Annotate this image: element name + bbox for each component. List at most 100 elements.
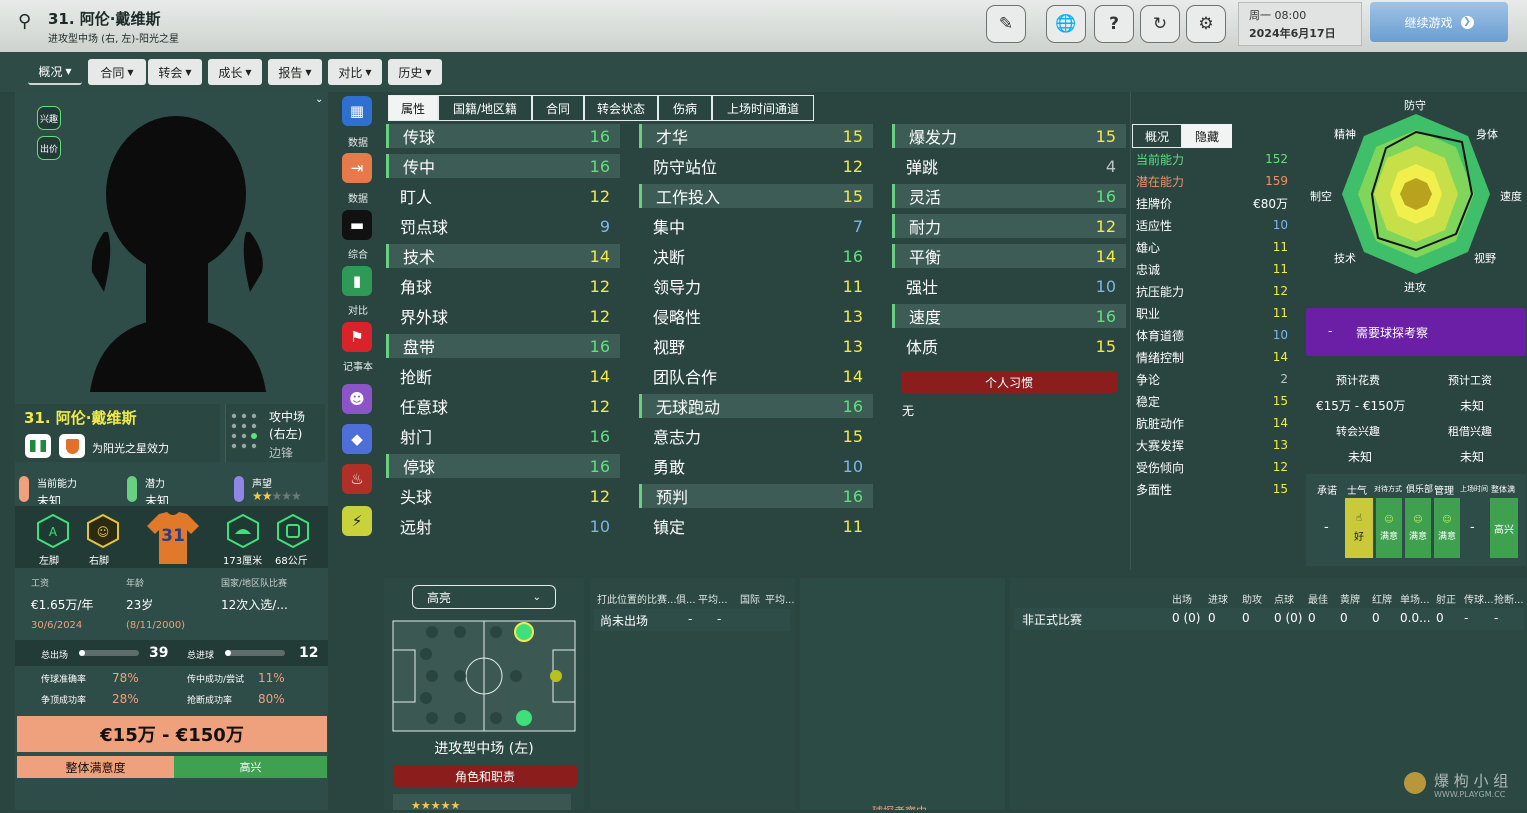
side-mask-button[interactable]: ☻: [342, 384, 372, 414]
attribute-row[interactable]: 工作投入 15: [639, 184, 873, 208]
club-label[interactable]: 为阳光之星效力: [92, 440, 169, 456]
side-data-button[interactable]: ▦: [342, 96, 372, 126]
role-row[interactable]: ★★★★★: [393, 794, 571, 812]
attribute-row[interactable]: 侵略性 13: [639, 304, 873, 328]
refresh-button[interactable]: ↻: [1140, 5, 1180, 43]
attribute-row[interactable]: 灵活 16: [892, 184, 1126, 208]
attribute-value: 16: [589, 456, 610, 476]
side-compare-button[interactable]: ▮: [342, 266, 372, 296]
attribute-row[interactable]: 预判 16: [639, 484, 873, 508]
nation-flag-icon[interactable]: [25, 434, 51, 458]
stats-column-header[interactable]: 黄牌: [1340, 591, 1360, 606]
col-avg[interactable]: 平均...: [698, 591, 728, 606]
nav-development[interactable]: 成长 ▼: [208, 59, 262, 85]
side-fire-button[interactable]: ♨: [342, 464, 372, 494]
stats-column-header[interactable]: 进球: [1208, 591, 1228, 606]
stats-column-header[interactable]: 单场...: [1400, 591, 1430, 606]
edit-button[interactable]: ✎: [986, 5, 1026, 43]
continue-button[interactable]: 继续游戏 ❯: [1370, 2, 1508, 42]
attribute-row[interactable]: 爆发力 15: [892, 124, 1126, 148]
traits-header[interactable]: 个人习惯: [901, 371, 1117, 393]
attribute-row[interactable]: 停球 16: [386, 454, 620, 478]
nav-transfer[interactable]: 转会 ▼: [148, 59, 202, 85]
attribute-row[interactable]: 镇定 11: [639, 514, 873, 538]
chevron-down-icon[interactable]: ⌄: [315, 94, 323, 105]
attribute-row[interactable]: 技术 14: [386, 244, 620, 268]
globe-button[interactable]: 🌐: [1046, 5, 1086, 43]
attribute-row[interactable]: 抢断 14: [386, 364, 620, 388]
attribute-row[interactable]: 角球 12: [386, 274, 620, 298]
side-notes-button[interactable]: ⚑: [342, 322, 372, 352]
roles-button[interactable]: 角色和职责: [393, 765, 577, 787]
attribute-row[interactable]: 速度 16: [892, 304, 1126, 328]
rep-stars: ★★★★★: [252, 489, 302, 503]
tab-contract[interactable]: 合同: [532, 95, 584, 121]
bid-button[interactable]: 出价: [37, 136, 61, 160]
nav-contract[interactable]: 合同 ▼: [88, 59, 146, 85]
attribute-value: 7: [852, 216, 863, 236]
col-club[interactable]: 俱...: [676, 591, 696, 606]
stats-column-header[interactable]: 出场: [1172, 591, 1192, 606]
col-intl[interactable]: 国际: [740, 591, 760, 606]
highlight-dropdown[interactable]: 高亮 ⌄: [412, 585, 556, 609]
stats-column-header[interactable]: 红牌: [1372, 591, 1392, 606]
stats-column-header[interactable]: 助攻: [1242, 591, 1262, 606]
attribute-row[interactable]: 弹跳 4: [892, 154, 1126, 178]
side-overview-button[interactable]: ▬: [342, 210, 372, 240]
attribute-row[interactable]: 领导力 11: [639, 274, 873, 298]
tab-summary[interactable]: 概况: [1132, 124, 1182, 148]
attribute-row[interactable]: 头球 12: [386, 484, 620, 508]
col-avg2[interactable]: 平均...: [765, 591, 795, 606]
club-badge-icon[interactable]: [59, 434, 85, 458]
attribute-row[interactable]: 盘带 16: [386, 334, 620, 358]
interest-button[interactable]: 兴趣: [37, 106, 61, 130]
nav-history[interactable]: 历史 ▼: [388, 59, 442, 85]
settings-button[interactable]: ⚙: [1186, 5, 1226, 43]
attribute-row[interactable]: 集中 7: [639, 214, 873, 238]
attribute-row[interactable]: 平衡 14: [892, 244, 1126, 268]
attribute-row[interactable]: 体质 15: [892, 334, 1126, 358]
attribute-row[interactable]: 无球跑动 16: [639, 394, 873, 418]
duel-value: 28%: [112, 692, 139, 706]
attribute-row[interactable]: 才华 15: [639, 124, 873, 148]
attribute-row[interactable]: 界外球 12: [386, 304, 620, 328]
tab-playing-time[interactable]: 上场时间通道: [712, 95, 814, 121]
tab-injuries[interactable]: 伤病: [658, 95, 712, 121]
attribute-row[interactable]: 罚点球 9: [386, 214, 620, 238]
attribute-name: 强壮: [906, 278, 939, 297]
search-icon[interactable]: ⚲: [18, 11, 31, 32]
side-bolt-button[interactable]: ⚡: [342, 506, 372, 536]
attribute-row[interactable]: 团队合作 14: [639, 364, 873, 388]
stats-column-header[interactable]: 点球: [1274, 591, 1294, 606]
nav-overview[interactable]: 概况 ▼: [28, 59, 82, 85]
attribute-row[interactable]: 决断 16: [639, 244, 873, 268]
attribute-row[interactable]: 强壮 10: [892, 274, 1126, 298]
tab-nationality[interactable]: 国籍/地区籍: [438, 95, 532, 121]
side-diamond-button[interactable]: ◆: [342, 424, 372, 454]
stats-column-header[interactable]: 传球...: [1464, 591, 1494, 606]
attribute-row[interactable]: 意志力 15: [639, 424, 873, 448]
bookmark-icon: ▮: [352, 272, 362, 290]
nav-compare[interactable]: 对比 ▼: [328, 59, 382, 85]
tab-attributes[interactable]: 属性: [388, 95, 438, 121]
morale-club-cell: ☺ 满意: [1405, 498, 1431, 558]
tab-transfer-status[interactable]: 转会状态: [584, 95, 658, 121]
attribute-row[interactable]: 勇敢 10: [639, 454, 873, 478]
help-button[interactable]: ?: [1094, 5, 1134, 43]
attribute-row[interactable]: 视野 13: [639, 334, 873, 358]
table-row[interactable]: [1014, 608, 1524, 630]
stats-column-header[interactable]: 最佳: [1308, 591, 1328, 606]
stats-column-header[interactable]: 抢断...: [1494, 591, 1524, 606]
attribute-row[interactable]: 射门 16: [386, 424, 620, 448]
tab-hidden[interactable]: 隐藏: [1182, 124, 1232, 148]
nav-reports[interactable]: 报告 ▼: [268, 59, 322, 85]
attribute-row[interactable]: 防守站位 12: [639, 154, 873, 178]
attribute-row[interactable]: 耐力 12: [892, 214, 1126, 238]
stats-column-header[interactable]: 射正: [1436, 591, 1456, 606]
attribute-row[interactable]: 任意球 12: [386, 394, 620, 418]
attribute-row[interactable]: 传球 16: [386, 124, 620, 148]
side-data2-button[interactable]: ⇥: [342, 153, 372, 183]
attribute-row[interactable]: 传中 16: [386, 154, 620, 178]
attribute-row[interactable]: 盯人 12: [386, 184, 620, 208]
attribute-row[interactable]: 远射 10: [386, 514, 620, 538]
